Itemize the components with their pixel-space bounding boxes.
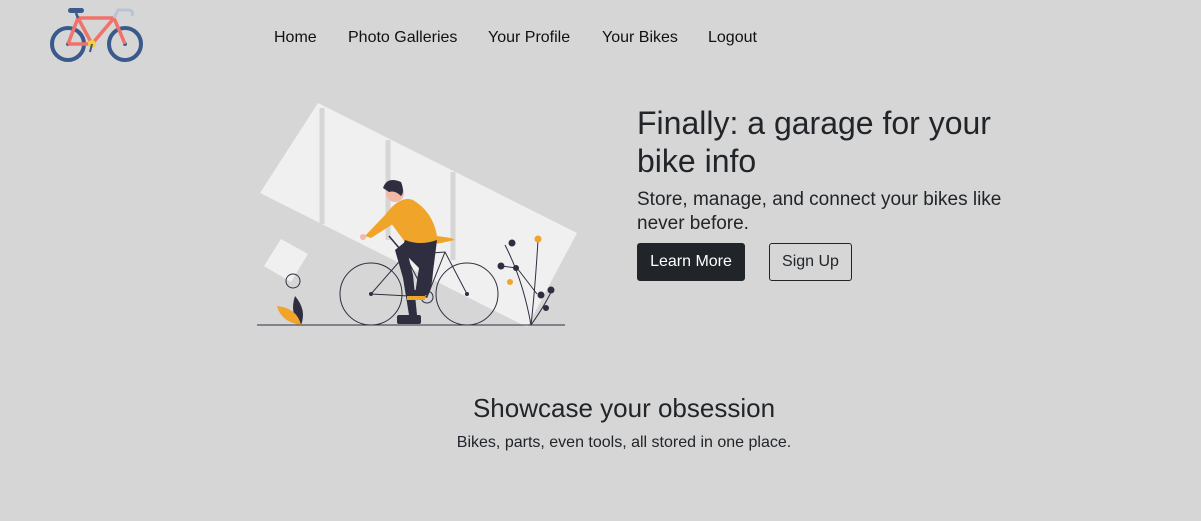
nav-item-photo-galleries[interactable]: Photo Galleries (348, 27, 457, 49)
cyclist-illustration (257, 103, 577, 327)
sign-up-button[interactable]: Sign Up (769, 243, 852, 281)
bicycle-logo-icon[interactable] (48, 4, 146, 66)
hero-subtitle: Store, manage, and connect your bikes li… (637, 189, 1002, 234)
nav-item-your-bikes[interactable]: Your Bikes (602, 27, 678, 49)
learn-more-button[interactable]: Learn More (637, 243, 745, 281)
showcase-subtitle: Bikes, parts, even tools, all stored in … (456, 434, 792, 451)
hero-text: Finally: a garage for your bike info Sto… (637, 104, 1017, 236)
showcase-title: Showcase your obsession (472, 393, 776, 423)
hero-title: Finally: a garage for your bike info (637, 105, 991, 179)
nav-item-logout[interactable]: Logout (708, 27, 757, 49)
nav-item-home[interactable]: Home (274, 27, 317, 49)
page: Home Photo Galleries Your Profile Your B… (0, 0, 1201, 521)
nav-item-your-profile[interactable]: Your Profile (488, 27, 570, 49)
